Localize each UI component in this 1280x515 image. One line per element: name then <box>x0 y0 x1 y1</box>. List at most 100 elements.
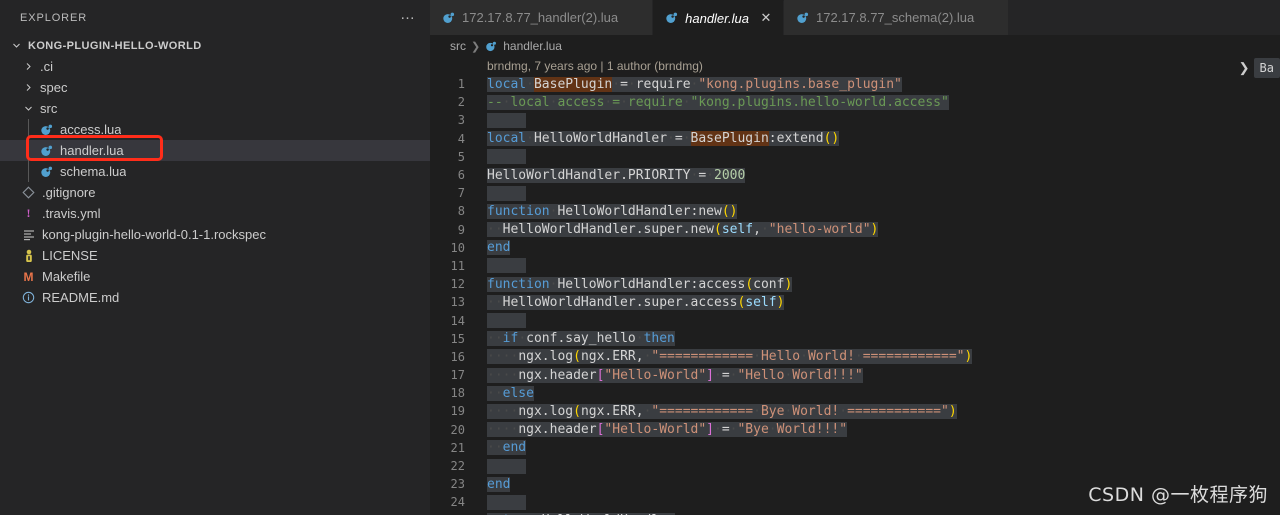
code-text[interactable]: HelloWorldHandler.PRIORITY·=·2000 <box>477 167 746 183</box>
file-tree: KONG-PLUGIN-HELLO-WORLD .ci spec src access.… <box>0 35 430 308</box>
line-number: 14 <box>450 313 465 328</box>
code-text[interactable]: ··if·conf.say_hello·then <box>477 331 675 347</box>
code-text[interactable]: ··HelloWorldHandler.super.new(self,·"hel… <box>477 222 879 238</box>
indent-guide <box>28 140 29 161</box>
tree-item-label: access.lua <box>60 122 122 137</box>
code-line: 21 ··end <box>430 439 1280 457</box>
vscode-window: EXPLORER … KONG-PLUGIN-HELLO-WORLD .ci spe… <box>0 0 1280 515</box>
page-title: EXPLORER <box>20 11 88 24</box>
code-text[interactable]: ····ngx.log(ngx.ERR,·"============·Bye·W… <box>477 403 957 419</box>
tree-item-label: README.md <box>42 290 120 305</box>
tree-item-label: src <box>40 101 58 116</box>
code-text[interactable]: local·HelloWorldHandler·=·BasePlugin:ext… <box>477 131 840 147</box>
line-number: 23 <box>450 477 465 492</box>
tree-item-label: handler.lua <box>60 143 124 158</box>
breadcrumb-folder[interactable]: src <box>450 39 466 53</box>
editor-tab-172.17.8.77_handler(2).lua[interactable]: 172.17.8.77_handler(2).lua✕ <box>430 0 654 35</box>
tree-folder-spec[interactable]: spec <box>0 77 430 98</box>
outline-symbol-pill[interactable]: Ba <box>1253 58 1280 78</box>
code-text[interactable]: local·BasePlugin·=·require·"kong.plugins… <box>477 76 902 92</box>
breadcrumb-file-label: handler.lua <box>503 39 562 53</box>
code-line: 7 <box>430 184 1280 202</box>
line-number: 10 <box>450 240 465 255</box>
chevron-down-icon[interactable] <box>20 101 36 117</box>
license-icon <box>20 248 37 264</box>
tree-file-LICENSE[interactable]: LICENSE <box>0 245 430 266</box>
code-text[interactable] <box>477 149 527 165</box>
more-actions-icon[interactable]: … <box>400 7 416 25</box>
chevron-right-icon[interactable]: ❯ <box>1239 60 1250 76</box>
code-line: 2 --·local·access·=·require·"kong.plugins… <box>430 93 1280 111</box>
code-text[interactable]: function·HelloWorldHandler:new() <box>477 203 738 219</box>
editor-tab-172.17.8.77_schema(2).lua[interactable]: 172.17.8.77_schema(2).lua✕ <box>783 0 1010 35</box>
code-line: 10 end <box>430 239 1280 257</box>
code-line: 5 <box>430 148 1280 166</box>
git-blame-annotation: brndmg, 7 years ago | 1 author (brndmg) <box>487 59 703 73</box>
tree-root-folder[interactable]: KONG-PLUGIN-HELLO-WORLD <box>0 35 430 56</box>
tree-folder-ci[interactable]: .ci <box>0 56 430 77</box>
close-icon[interactable]: ✕ <box>759 10 773 26</box>
breadcrumb-file[interactable]: handler.lua <box>485 39 562 53</box>
code-text[interactable] <box>477 258 527 274</box>
tree-file-kong-plugin-hello-world-0.1-1.rockspec[interactable]: kong-plugin-hello-world-0.1-1.rockspec <box>0 224 430 245</box>
code-text[interactable] <box>477 313 527 329</box>
tree-file-handler.lua[interactable]: handler.lua <box>0 140 430 161</box>
code-line: 15 ··if·conf.say_hello·then <box>430 330 1280 348</box>
code-text[interactable]: function·HelloWorldHandler:access(conf) <box>477 276 793 292</box>
code-line: 1 local·BasePlugin·=·require·"kong.plugin… <box>430 75 1280 93</box>
code-text[interactable]: ··else <box>477 385 534 401</box>
code-text[interactable]: ····ngx.header["Hello-World"]·=·"Bye·Wor… <box>477 422 848 438</box>
code-line: 6 HelloWorldHandler.PRIORITY·=·2000 <box>430 166 1280 184</box>
chevron-right-icon[interactable] <box>20 59 36 75</box>
tree-item-label: Makefile <box>42 269 91 284</box>
line-number: 20 <box>450 422 465 437</box>
line-number: 16 <box>450 349 465 364</box>
line-number: 15 <box>450 331 465 346</box>
tree-file-schema.lua[interactable]: schema.lua <box>0 161 430 182</box>
tree-file-access.lua[interactable]: access.lua <box>0 119 430 140</box>
code-text[interactable]: ····ngx.log(ngx.ERR,·"============·Hello… <box>477 349 973 365</box>
code-line: 14 <box>430 311 1280 329</box>
code-text[interactable] <box>477 458 527 474</box>
code-text[interactable] <box>477 112 527 128</box>
tree-item-label: LICENSE <box>42 248 98 263</box>
lua-icon <box>665 11 679 25</box>
line-number: 19 <box>450 404 465 419</box>
tree-file-Makefile[interactable]: M Makefile <box>0 266 430 287</box>
code-lines: 1 local·BasePlugin·=·require·"kong.plugin… <box>430 75 1280 515</box>
code-text[interactable] <box>477 494 527 510</box>
code-line: 8 function·HelloWorldHandler:new() <box>430 202 1280 220</box>
code-editor[interactable]: brndmg, 7 years ago | 1 author (brndmg) … <box>430 57 1280 515</box>
code-text[interactable] <box>477 185 527 201</box>
code-text[interactable]: ··HelloWorldHandler.super.access(self) <box>477 294 785 310</box>
code-line: 4 local·HelloWorldHandler·=·BasePlugin:ex… <box>430 130 1280 148</box>
line-number: 18 <box>450 386 465 401</box>
lua-icon <box>38 143 55 159</box>
line-number: 6 <box>457 168 465 183</box>
line-number: 7 <box>457 186 465 201</box>
code-text[interactable]: end <box>477 240 511 256</box>
tree-file-.travis.yml[interactable]: ! .travis.yml <box>0 203 430 224</box>
code-text[interactable]: --·local·access·=·require·"kong.plugins.… <box>477 94 949 110</box>
outline-peek-widget[interactable]: ❯ Ba <box>1239 55 1280 81</box>
editor-tab-label: handler.lua <box>685 10 749 26</box>
code-line: 3 <box>430 111 1280 129</box>
tree-file-.gitignore[interactable]: .gitignore <box>0 182 430 203</box>
code-line: 13 ··HelloWorldHandler.super.access(self) <box>430 293 1280 311</box>
code-text[interactable]: ··end <box>477 440 527 456</box>
chevron-right-icon[interactable] <box>20 80 36 96</box>
line-number: 17 <box>450 368 465 383</box>
tree-item-label: kong-plugin-hello-world-0.1-1.rockspec <box>42 227 266 242</box>
explorer-sidebar: EXPLORER … KONG-PLUGIN-HELLO-WORLD .ci spe… <box>0 0 430 515</box>
editor-group: 172.17.8.77_handler(2).lua✕ handler.lua ✕ 1… <box>430 0 1280 515</box>
code-text[interactable]: end <box>477 476 511 492</box>
editor-tab-handler.lua[interactable]: handler.lua ✕ <box>653 0 784 35</box>
makefile-icon: M <box>23 269 34 284</box>
tree-folder-src[interactable]: src <box>0 98 430 119</box>
tree-item-label: .ci <box>40 59 53 74</box>
chevron-down-icon[interactable] <box>8 38 24 54</box>
line-number: 9 <box>457 222 465 237</box>
breadcrumb-folder-label: src <box>450 39 466 53</box>
tree-file-README.md[interactable]: README.md <box>0 287 430 308</box>
code-text[interactable]: ····ngx.header["Hello-World"]·=·"Hello·W… <box>477 367 863 383</box>
